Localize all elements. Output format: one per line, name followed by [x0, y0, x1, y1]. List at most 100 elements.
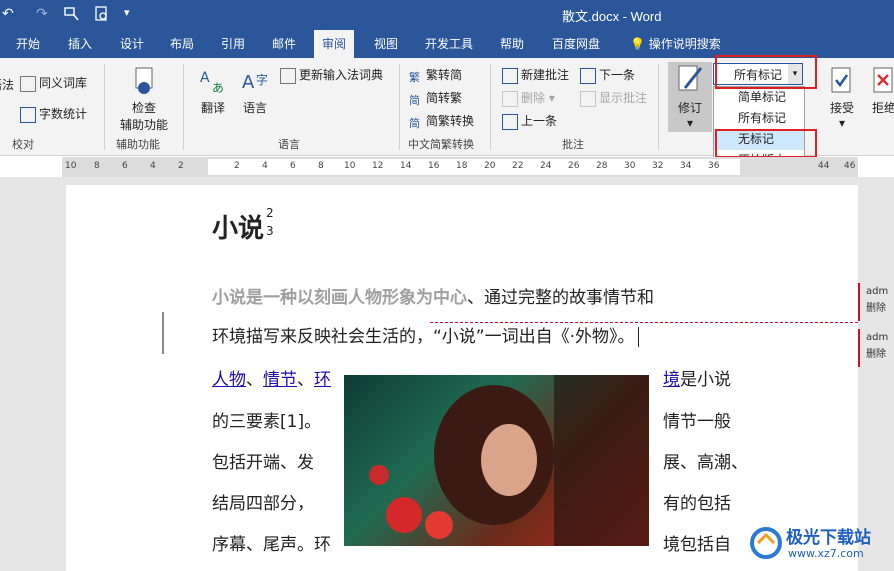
tab-help[interactable]: 帮助: [492, 30, 532, 58]
paragraph-line[interactable]: 环境描写来反映社会生活的，“小说”一词出自《·外物》。: [212, 322, 639, 347]
track-changes-button[interactable]: 修订 ▾: [668, 62, 712, 132]
comment-balloon[interactable]: adm 删除: [866, 329, 888, 363]
tab-layout[interactable]: 布局: [162, 30, 202, 58]
group-language-label: 语言: [278, 138, 300, 151]
group-proofing-label: 校对: [12, 138, 34, 151]
language-icon: A字: [242, 72, 268, 93]
watermark-url: www.xz7.com: [788, 547, 864, 560]
deleted-text: 小说是一种以刻画人物形象为中心: [212, 288, 467, 308]
undo-icon[interactable]: ↶: [2, 6, 14, 22]
group-separator: [104, 64, 105, 150]
line-text: 、通过完整的故事情节和: [467, 288, 654, 308]
word-count-button[interactable]: 字数统计: [20, 105, 87, 123]
portrait-photo[interactable]: [344, 375, 649, 546]
option-all-markup[interactable]: 所有标记: [714, 108, 804, 129]
paragraph-line[interactable]: 的三要素[1]。: [212, 407, 321, 432]
reject-label: 拒绝: [871, 101, 894, 115]
delete-comment-label: 删除: [521, 91, 546, 105]
tab-design[interactable]: 设计: [112, 30, 152, 58]
customize-qat-icon[interactable]: ▾: [124, 6, 130, 19]
watermark-icon: [750, 527, 782, 559]
tab-baidu-netdisk[interactable]: 百度网盘: [544, 30, 608, 58]
tab-home[interactable]: 开始: [8, 30, 48, 58]
tab-developer[interactable]: 开发工具: [417, 30, 481, 58]
delete-comment-button[interactable]: 删除 ▾: [502, 89, 555, 107]
reject-button[interactable]: 拒绝: [868, 66, 894, 116]
option-simple-markup[interactable]: 简单标记: [714, 87, 804, 108]
update-ime-dictionary-button[interactable]: 更新输入法词典: [280, 66, 383, 84]
group-accessibility-label: 辅助功能: [116, 138, 160, 151]
paragraph-line[interactable]: 展、高潮、: [663, 448, 748, 473]
translate-label: 翻译: [200, 101, 225, 115]
thesaurus-label: 同义词库: [39, 76, 88, 90]
group-comments-label: 批注: [562, 138, 584, 151]
show-comments-icon: [580, 90, 596, 107]
line-text: 环境描写来反映社会生活的，“小说”一词出自《·外物》。: [212, 327, 635, 347]
ruler-tick: 2: [178, 161, 184, 171]
hyperlink[interactable]: 境: [663, 370, 680, 390]
hyperlink[interactable]: 环: [314, 370, 331, 390]
touch-mode-icon[interactable]: [64, 6, 80, 26]
check-accessibility-button[interactable]: 检查 辅助功能: [113, 66, 175, 133]
ruler-tick: 32: [652, 161, 664, 171]
tab-view[interactable]: 视图: [366, 30, 406, 58]
word-count-icon: [20, 106, 36, 123]
previous-comment-button[interactable]: 上一条: [502, 112, 557, 130]
paragraph-line[interactable]: 情节一般: [663, 407, 731, 432]
watermark-name: 极光下载站: [786, 528, 871, 548]
comment-balloon[interactable]: adm 删除: [866, 283, 888, 317]
paragraph-line[interactable]: 境包括自: [663, 530, 731, 555]
tell-me-search[interactable]: 💡 操作说明搜索: [622, 30, 729, 58]
new-comment-icon: [502, 67, 518, 84]
comment-connector: [430, 322, 858, 324]
highlight-box: [715, 55, 817, 89]
translate-button[interactable]: Aあ 翻译: [195, 66, 231, 116]
print-preview-icon[interactable]: [94, 6, 110, 26]
convert-label: 简繁转换: [426, 114, 475, 128]
tab-insert[interactable]: 插入: [60, 30, 100, 58]
redo-icon[interactable]: ↷: [36, 6, 48, 22]
s2t-icon: 简: [409, 93, 420, 107]
text-cursor: [637, 327, 639, 347]
traditional-to-simplified-button[interactable]: 繁繁转简: [409, 66, 462, 84]
paragraph-line[interactable]: 包括开端、发: [212, 448, 314, 473]
svg-text:字: 字: [256, 72, 268, 87]
horizontal-ruler[interactable]: 10 8 6 4 2 2 4 6 8 10 12 14 16 18 20 22 …: [62, 157, 858, 177]
paragraph-line[interactable]: 序幕、尾声。环: [212, 530, 331, 555]
tab-mailings[interactable]: 邮件: [264, 30, 304, 58]
next-comment-button[interactable]: 下一条: [580, 66, 635, 84]
comment-bar: [858, 283, 860, 321]
highlight-box: [715, 129, 817, 158]
ruler-tick: 22: [512, 161, 524, 171]
document-heading[interactable]: 小说 2 3: [212, 206, 276, 245]
paragraph-line[interactable]: 境是小说: [663, 365, 731, 390]
new-comment-button[interactable]: 新建批注: [502, 66, 569, 84]
simplified-to-traditional-button[interactable]: 简简转繁: [409, 89, 462, 107]
ruler-tick: 18: [456, 161, 468, 171]
hyperlink[interactable]: 人物: [212, 370, 246, 390]
hyperlink[interactable]: 情节: [263, 370, 297, 390]
accept-button[interactable]: 接受 ▾: [826, 66, 858, 130]
paragraph-line[interactable]: 人物、情节、环: [212, 365, 331, 390]
tab-references[interactable]: 引用: [213, 30, 253, 58]
accept-label: 接受: [829, 101, 854, 115]
language-button[interactable]: A字 语言: [237, 66, 273, 116]
ruler-tick: 8: [318, 161, 324, 171]
thesaurus-button[interactable]: 同义词库: [20, 74, 87, 92]
chinese-conversion-button[interactable]: 简简繁转换: [409, 112, 475, 130]
ime-label: 更新输入法词典: [299, 68, 384, 82]
show-comments-button[interactable]: 显示批注: [580, 89, 647, 107]
line-text: 、: [297, 370, 314, 390]
t2s-icon: 繁: [409, 70, 420, 84]
ruler-tick: 10: [344, 161, 356, 171]
svg-text:A: A: [200, 70, 210, 86]
ruler-tick: 34: [680, 161, 692, 171]
paragraph-line[interactable]: 结局四部分，: [212, 489, 314, 514]
paragraph-line[interactable]: 小说是一种以刻画人物形象为中心、通过完整的故事情节和: [212, 283, 654, 308]
line-text: 、: [246, 370, 263, 390]
ruler-tick: 2: [234, 161, 240, 171]
paragraph-line[interactable]: 有的包括: [663, 489, 731, 514]
ruler-tick: 14: [400, 161, 412, 171]
tab-review[interactable]: 审阅: [314, 30, 355, 58]
ime-dictionary-icon: [280, 67, 296, 84]
